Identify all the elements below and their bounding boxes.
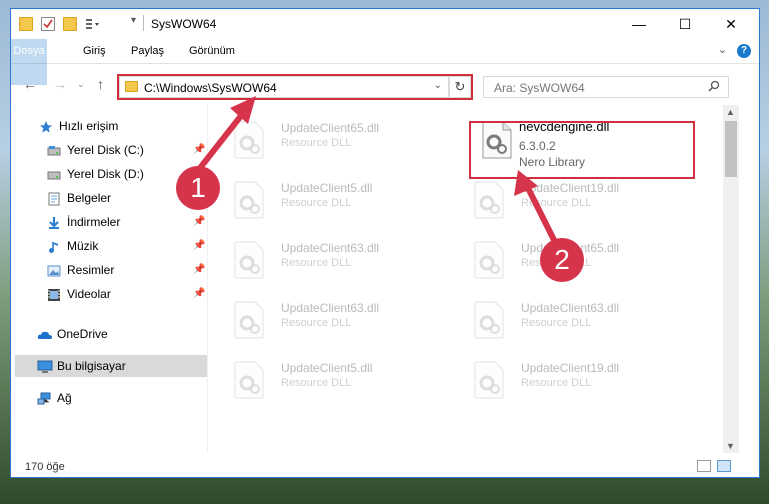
step-badge-1: 1 xyxy=(176,166,220,210)
arrow-2-head xyxy=(514,170,538,196)
arrow-2-line xyxy=(525,186,559,246)
arrow-1-line xyxy=(197,110,247,170)
annotation-arrows xyxy=(197,96,559,246)
arrow-1-head xyxy=(230,96,256,124)
step-badge-2: 2 xyxy=(540,238,584,282)
